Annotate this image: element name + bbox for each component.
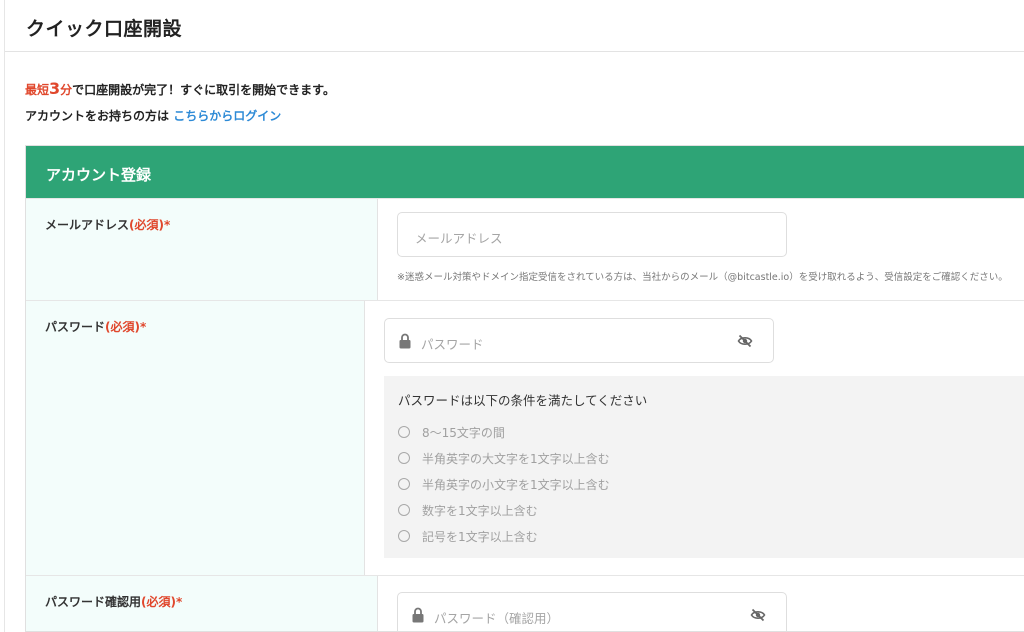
condition-circle-icon — [398, 504, 410, 516]
email-label-text: メールアドレス — [45, 218, 130, 232]
email-required-mark: (必須)* — [129, 218, 171, 232]
password-field[interactable]: パスワード — [384, 318, 774, 363]
login-prompt: アカウントをお持ちの方は こちらからログイン — [25, 107, 281, 124]
condition-text: 半角英字の小文字を1文字以上含む — [422, 477, 610, 492]
condition-circle-icon — [398, 478, 410, 490]
intro-prefix: 最短 — [25, 83, 50, 97]
email-field-cell: メールアドレス ※迷惑メール対策やドメイン指定受信をされている方は、当社からのメ… — [378, 199, 1024, 300]
password-row: パスワード(必須)* パスワード パスワードは以下の条件を満たしてください 8〜… — [26, 300, 1024, 575]
email-label: メールアドレス(必須)* — [26, 199, 378, 300]
condition-text: 数字を1文字以上含む — [422, 503, 538, 518]
email-field[interactable]: メールアドレス — [397, 212, 787, 257]
condition-item: 半角英字の小文字を1文字以上含む — [398, 471, 1024, 497]
page-title: クイック口座開設 — [26, 18, 183, 40]
form-section-title: アカウント登録 — [26, 146, 1024, 198]
password-label-text: パスワード — [45, 320, 106, 334]
page-header: クイック口座開設 — [5, 0, 1024, 52]
password-confirm-field[interactable]: パスワード（確認用） — [397, 592, 787, 631]
email-row: メールアドレス(必須)* メールアドレス ※迷惑メール対策やドメイン指定受信をさ… — [26, 198, 1024, 300]
intro-unit: 分 — [60, 83, 73, 97]
password-confirm-field-cell: パスワード（確認用） — [378, 576, 1024, 631]
password-confirm-label-text: パスワード確認用 — [45, 595, 142, 609]
lock-icon — [399, 333, 411, 349]
condition-item: 数字を1文字以上含む — [398, 497, 1024, 523]
login-prompt-text: アカウントをお持ちの方は — [25, 109, 170, 123]
password-confirm-required-mark: (必須)* — [141, 595, 183, 609]
password-confirm-row: パスワード確認用(必須)* パスワード（確認用） — [26, 575, 1024, 631]
condition-item: 半角英字の大文字を1文字以上含む — [398, 445, 1024, 471]
login-link[interactable]: こちらからログイン — [173, 109, 281, 123]
password-confirm-label: パスワード確認用(必須)* — [26, 576, 378, 631]
intro-rest: で口座開設が完了！すぐに取引を開始できます。 — [72, 83, 335, 97]
eye-off-icon[interactable] — [737, 333, 753, 349]
password-field-cell: パスワード パスワードは以下の条件を満たしてください 8〜15文字の間 半角英字… — [365, 301, 1024, 575]
password-placeholder: パスワード — [421, 337, 484, 352]
condition-text: 記号を1文字以上含む — [422, 529, 538, 544]
lock-icon — [412, 607, 424, 623]
password-label: パスワード(必須)* — [26, 301, 365, 575]
intro-number: 3 — [49, 79, 61, 98]
condition-item: 8〜15文字の間 — [398, 419, 1024, 445]
conditions-title: パスワードは以下の条件を満たしてください — [398, 393, 648, 408]
condition-circle-icon — [398, 452, 410, 464]
condition-item: 記号を1文字以上含む — [398, 523, 1024, 549]
condition-text: 半角英字の大文字を1文字以上含む — [422, 451, 610, 466]
email-note: ※迷惑メール対策やドメイン指定受信をされている方は、当社からのメール（@bitc… — [397, 272, 1008, 283]
email-placeholder: メールアドレス — [415, 231, 503, 246]
password-required-mark: (必須)* — [105, 320, 147, 334]
condition-circle-icon — [398, 530, 410, 542]
condition-text: 8〜15文字の間 — [422, 425, 505, 440]
account-registration-form: アカウント登録 メールアドレス(必須)* メールアドレス ※迷惑メール対策やドメ… — [25, 145, 1024, 632]
condition-circle-icon — [398, 426, 410, 438]
eye-off-icon[interactable] — [750, 607, 766, 623]
password-confirm-placeholder: パスワード（確認用） — [434, 611, 560, 626]
intro-message: 最短3分で口座開設が完了！すぐに取引を開始できます。 — [25, 79, 335, 98]
page-edge — [4, 0, 5, 632]
password-conditions: パスワードは以下の条件を満たしてください 8〜15文字の間 半角英字の大文字を1… — [384, 376, 1024, 558]
